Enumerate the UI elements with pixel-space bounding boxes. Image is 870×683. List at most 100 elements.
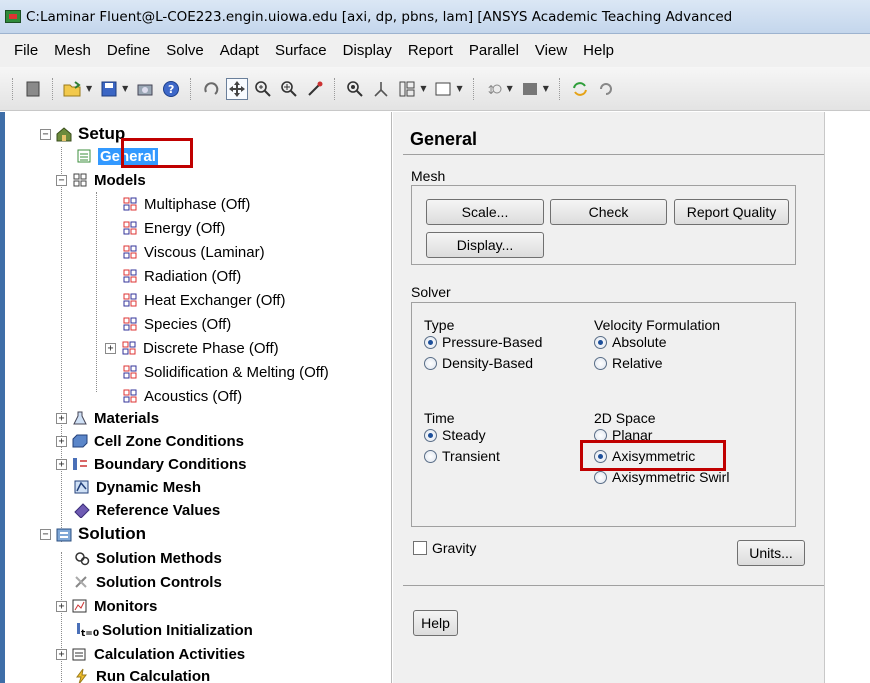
- expand-icon[interactable]: +: [56, 648, 67, 660]
- menu-adapt[interactable]: Adapt: [212, 39, 267, 63]
- menu-display[interactable]: Display: [335, 39, 400, 63]
- menu-surface[interactable]: Surface: [267, 39, 335, 63]
- menu-file[interactable]: File: [6, 39, 46, 63]
- expand-icon[interactable]: +: [56, 412, 67, 424]
- units-button[interactable]: Units...: [737, 540, 805, 566]
- radio-relative[interactable]: Relative: [594, 355, 663, 371]
- view-box-icon[interactable]: [432, 78, 454, 100]
- check-button[interactable]: Check: [550, 199, 667, 225]
- tree-item-radiation[interactable]: Radiation (Off): [121, 265, 241, 287]
- tree-item-models[interactable]: − Models: [56, 169, 146, 191]
- menu-solve[interactable]: Solve: [158, 39, 212, 63]
- tree-item-solution[interactable]: − Solution: [40, 523, 146, 545]
- chevron-down-icon[interactable]: ▼: [507, 84, 513, 93]
- navigation-tree: − Setup General − Models Multiphase (Off…: [5, 112, 392, 683]
- tree-item-solution-initialization[interactable]: t=0 Solution Initialization: [73, 619, 253, 641]
- layout-icon[interactable]: [396, 78, 418, 100]
- menu-parallel[interactable]: Parallel: [461, 39, 527, 63]
- mouse-probe-icon[interactable]: ↕: [483, 78, 505, 100]
- pan-icon[interactable]: [226, 77, 249, 100]
- tree-label-viscous: Viscous (Laminar): [144, 243, 265, 261]
- open-file-icon[interactable]: [62, 78, 84, 100]
- tree-item-acoustics[interactable]: Acoustics (Off): [121, 385, 242, 407]
- expand-icon[interactable]: +: [56, 600, 67, 612]
- tree-item-heat-exchanger[interactable]: Heat Exchanger (Off): [121, 289, 285, 311]
- zoom-box-icon[interactable]: [278, 78, 300, 100]
- model-icon: [121, 268, 139, 284]
- tree-item-discrete-phase[interactable]: + Discrete Phase (Off): [105, 337, 279, 359]
- menu-view[interactable]: View: [527, 39, 575, 63]
- collapse-icon[interactable]: −: [40, 528, 51, 540]
- tree-item-run-calculation[interactable]: Run Calculation: [73, 665, 210, 683]
- refresh-icon[interactable]: [595, 78, 617, 100]
- tree-item-general[interactable]: General: [75, 145, 158, 167]
- tree-item-calculation-activities[interactable]: + Calculation Activities: [56, 643, 245, 665]
- chevron-down-icon[interactable]: ▼: [86, 84, 92, 93]
- tree-item-solidification[interactable]: Solidification & Melting (Off): [121, 361, 329, 383]
- load-icon[interactable]: [22, 78, 44, 100]
- chevron-down-icon[interactable]: ▼: [122, 84, 128, 93]
- radio-axisymmetric-swirl[interactable]: Axisymmetric Swirl: [594, 469, 729, 485]
- color-icon[interactable]: [519, 78, 541, 100]
- tree-item-materials[interactable]: + Materials: [56, 407, 159, 429]
- chevron-down-icon[interactable]: ▼: [543, 84, 549, 93]
- tree-item-monitors[interactable]: + Monitors: [56, 595, 157, 617]
- chevron-down-icon[interactable]: ▼: [456, 84, 462, 93]
- scale-button[interactable]: Scale...: [426, 199, 544, 225]
- collapse-icon[interactable]: −: [40, 128, 51, 140]
- tree-label-calculation-activities: Calculation Activities: [94, 645, 246, 663]
- transform-icon[interactable]: [370, 78, 392, 100]
- save-icon[interactable]: [98, 78, 120, 100]
- tree-label-setup: Setup: [78, 124, 126, 143]
- display-button[interactable]: Display...: [426, 232, 544, 258]
- zoom-in-icon[interactable]: [252, 78, 274, 100]
- radio-density-based[interactable]: Density-Based: [424, 355, 533, 371]
- radio-unselected-icon: [594, 356, 607, 370]
- radio-axisymmetric[interactable]: Axisymmetric: [594, 448, 695, 464]
- calculation-activities-icon: [71, 646, 89, 662]
- camera-icon[interactable]: [134, 78, 156, 100]
- probe-icon[interactable]: [304, 78, 326, 100]
- radio-label: Axisymmetric Swirl: [612, 469, 730, 485]
- tree-item-viscous[interactable]: Viscous (Laminar): [121, 241, 265, 263]
- models-icon: [71, 172, 89, 188]
- 2d-space-label: 2D Space: [594, 410, 656, 426]
- tree-item-boundary[interactable]: + Boundary Conditions: [56, 453, 247, 475]
- menu-help[interactable]: Help: [575, 39, 622, 63]
- gravity-checkbox[interactable]: Gravity: [413, 540, 476, 556]
- model-icon: [121, 364, 139, 380]
- menu-define[interactable]: Define: [99, 39, 158, 63]
- rotate-icon[interactable]: [200, 78, 222, 100]
- tree-item-cell-zone[interactable]: + Cell Zone Conditions: [56, 430, 244, 452]
- tree-item-multiphase[interactable]: Multiphase (Off): [121, 193, 250, 215]
- toolbar-separator: [472, 77, 475, 100]
- report-quality-button[interactable]: Report Quality: [674, 199, 789, 225]
- sync-icon[interactable]: [569, 78, 591, 100]
- chevron-down-icon[interactable]: ▼: [420, 84, 426, 93]
- menu-mesh[interactable]: Mesh: [46, 39, 99, 63]
- expand-icon[interactable]: +: [56, 435, 67, 447]
- tree-item-energy[interactable]: Energy (Off): [121, 217, 225, 239]
- menu-report[interactable]: Report: [400, 39, 461, 63]
- expand-icon[interactable]: +: [105, 342, 116, 354]
- tree-item-solution-methods[interactable]: Solution Methods: [73, 547, 222, 569]
- radio-steady[interactable]: Steady: [424, 427, 486, 443]
- expand-icon[interactable]: +: [56, 458, 67, 470]
- tree-item-setup[interactable]: − Setup: [40, 123, 125, 145]
- general-icon: [75, 148, 93, 164]
- tree-item-dynamic-mesh[interactable]: Dynamic Mesh: [73, 476, 201, 498]
- radio-pressure-based[interactable]: Pressure-Based: [424, 334, 542, 350]
- help-icon[interactable]: ?: [160, 78, 182, 100]
- collapse-icon[interactable]: −: [56, 174, 67, 186]
- radio-unselected-icon: [594, 428, 607, 442]
- window-title-bar[interactable]: C:Laminar Fluent@L-COE223.engin.uiowa.ed…: [0, 0, 870, 34]
- tree-item-species[interactable]: Species (Off): [121, 313, 231, 335]
- tree-item-reference-values[interactable]: Reference Values: [73, 499, 220, 521]
- footer-divider: [403, 585, 824, 586]
- radio-absolute[interactable]: Absolute: [594, 334, 666, 350]
- radio-transient[interactable]: Transient: [424, 448, 500, 464]
- radio-planar[interactable]: Planar: [594, 427, 652, 443]
- tree-item-solution-controls[interactable]: Solution Controls: [73, 571, 222, 593]
- zoom-fit-icon[interactable]: [344, 78, 366, 100]
- help-button[interactable]: Help: [413, 610, 458, 636]
